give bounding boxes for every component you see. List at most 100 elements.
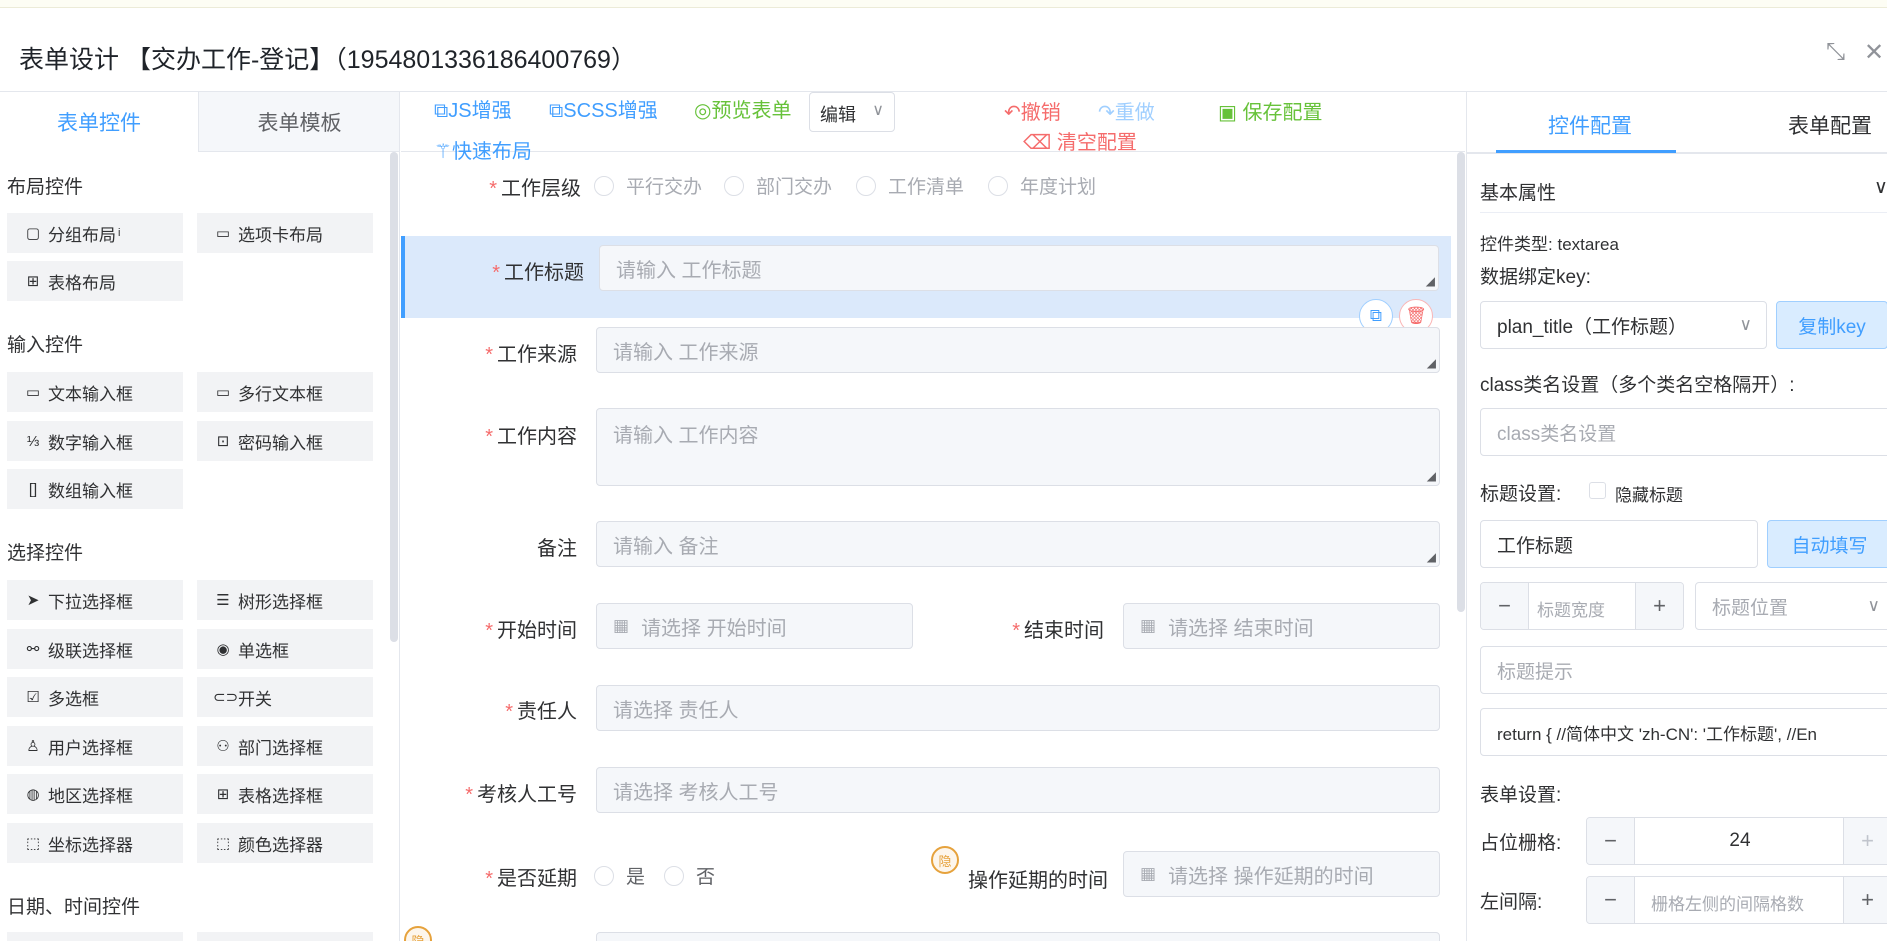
quick-layout-button[interactable]: ⚚快速布局 xyxy=(434,135,532,164)
radio-parallel[interactable]: 平行交办 xyxy=(594,172,702,199)
widget-panel-scrollbar[interactable] xyxy=(390,152,398,642)
tab-form-templates[interactable]: 表单模板 xyxy=(198,92,399,152)
owner-select[interactable]: 请选择 责任人 xyxy=(596,685,1440,731)
next-field-partial[interactable] xyxy=(596,932,1440,941)
undo-button[interactable]: ↶撤销 xyxy=(1004,96,1061,125)
radio-delay-no[interactable]: 否 xyxy=(664,862,715,889)
required-mark: * xyxy=(485,344,493,366)
mode-select[interactable]: 编辑 ∨ xyxy=(809,92,895,132)
label-work-level: * 工作层级 xyxy=(489,178,581,200)
widget-password-input[interactable]: ⊡ 密码输入框 xyxy=(197,421,373,461)
widget-time-partial[interactable] xyxy=(197,932,373,941)
widget-number-input[interactable]: ⅓ 数字输入框 xyxy=(7,421,183,461)
widget-region-select[interactable]: ◍ 地区选择框 xyxy=(7,774,183,814)
auto-fill-button[interactable]: 自动填写 xyxy=(1767,520,1887,568)
group-title-datetime: 日期、时间控件 xyxy=(7,897,141,918)
work-content-field[interactable]: 请输入 工作内容 ◢ xyxy=(596,408,1440,486)
widget-coordinate-picker[interactable]: ⬚ 坐标选择器 xyxy=(7,823,183,863)
clear-config-button[interactable]: ⌫ 清空配置 xyxy=(1023,126,1137,155)
widget-table-layout[interactable]: ⊞ 表格布局 xyxy=(7,261,183,301)
widget-group-layout[interactable]: ▢ 分组布局 i xyxy=(7,213,183,253)
end-time-picker[interactable]: ▦ 请选择 结束时间 xyxy=(1123,603,1440,649)
widget-tab-layout[interactable]: ▭ 选项卡布局 xyxy=(197,213,373,253)
radio-delay-yes[interactable]: 是 xyxy=(594,862,645,889)
copy-icon: ⧉ xyxy=(1369,306,1383,325)
widget-checkbox[interactable]: ☑ 多选框 xyxy=(7,677,183,717)
group-title-layout: 布局控件 xyxy=(7,177,84,198)
widget-label: 分组布局 xyxy=(48,225,116,245)
widget-cascader[interactable]: ⚯ 级联选择框 xyxy=(7,629,183,669)
radio-annual-plan[interactable]: 年度计划 xyxy=(988,172,1096,199)
save-config-button[interactable]: ▣ 保存配置 xyxy=(1218,96,1322,125)
widget-table-select[interactable]: ⊞ 表格选择框 xyxy=(197,774,373,814)
chevron-down-icon: ∨ xyxy=(872,102,884,119)
copy-key-button[interactable]: 复制key xyxy=(1776,301,1887,349)
top-strip xyxy=(0,0,1887,8)
widget-label: 密码输入框 xyxy=(238,433,323,453)
plus-icon[interactable]: + xyxy=(1635,583,1683,629)
radio-icon: ◉ xyxy=(216,641,230,658)
title-width-stepper[interactable]: − 标题宽度 + xyxy=(1480,582,1684,630)
widget-color-picker[interactable]: ⬚ 颜色选择器 xyxy=(197,823,373,863)
work-source-field[interactable]: 请输入 工作来源 ◢ xyxy=(596,327,1440,373)
js-enhance-button[interactable]: ⧉JS增强 xyxy=(434,94,512,123)
plus-icon[interactable]: + xyxy=(1843,818,1887,864)
widget-label: 文本输入框 xyxy=(48,384,133,404)
magic-wand-icon: ⚚ xyxy=(434,141,452,163)
widget-switch[interactable]: ⊂⊃ 开关 xyxy=(197,677,373,717)
label-work-source: * 工作来源 xyxy=(485,344,577,366)
tab-control-config[interactable]: 控件配置 xyxy=(1548,110,1632,140)
scss-enhance-button[interactable]: ⧉SCSS增强 xyxy=(549,94,658,123)
close-icon[interactable]: ✕ xyxy=(1864,38,1884,67)
i18n-code-input[interactable]: return { //简体中文 'zh-CN': '工作标题', //En xyxy=(1480,708,1887,756)
class-name-input[interactable]: class类名设置 xyxy=(1480,408,1887,456)
radio-worklist[interactable]: 工作清单 xyxy=(856,172,964,199)
resize-handle-icon: ◢ xyxy=(1426,550,1436,564)
remark-field[interactable]: 请输入 备注 ◢ xyxy=(596,521,1440,567)
grid-span-stepper[interactable]: − 24 + xyxy=(1586,817,1887,865)
widget-label: 坐标选择器 xyxy=(48,835,133,855)
undo-icon: ↶ xyxy=(1004,102,1021,124)
work-title-field[interactable]: 请输入 工作标题 ◢ xyxy=(599,245,1439,291)
label-work-content: * 工作内容 xyxy=(485,426,577,448)
hide-title-label: 隐藏标题 xyxy=(1615,486,1683,505)
plus-icon[interactable]: + xyxy=(1843,877,1887,923)
radio-circle xyxy=(988,175,1008,196)
widget-dropdown[interactable]: ➤ 下拉选择框 xyxy=(7,580,183,620)
title-input[interactable]: 工作标题 xyxy=(1480,520,1758,568)
widget-textarea[interactable]: ▭ 多行文本框 xyxy=(197,372,373,412)
canvas-scrollbar[interactable] xyxy=(1457,152,1465,612)
bind-key-select[interactable]: plan_title（工作标题） ∨ xyxy=(1480,301,1767,349)
widget-radio[interactable]: ◉ 单选框 xyxy=(197,629,373,669)
title-position-select[interactable]: 标题位置 ∨ xyxy=(1695,582,1887,630)
hide-title-checkbox[interactable] xyxy=(1589,482,1606,499)
minus-icon[interactable]: − xyxy=(1481,583,1529,629)
resize-handle-icon: ◢ xyxy=(1426,356,1436,370)
widget-text-input[interactable]: ▭ 文本输入框 xyxy=(7,372,183,412)
start-time-picker[interactable]: ▦ 请选择 开始时间 xyxy=(596,603,913,649)
widget-dept-select[interactable]: ⚇ 部门选择框 xyxy=(197,726,373,766)
tab-layout-icon: ▭ xyxy=(215,225,231,242)
section-basic-props[interactable]: 基本属性 xyxy=(1480,178,1556,205)
minus-icon[interactable]: − xyxy=(1587,877,1635,923)
preview-form-button[interactable]: ◎预览表单 xyxy=(694,94,791,123)
tab-form-controls[interactable]: 表单控件 xyxy=(0,92,198,152)
delay-time-picker[interactable]: ▦ 请选择 操作延期的时间 xyxy=(1123,851,1440,897)
table-select-icon: ⊞ xyxy=(216,786,230,803)
redo-button[interactable]: ↷重做 xyxy=(1098,96,1155,125)
required-mark: * xyxy=(505,701,513,723)
tab-form-config[interactable]: 表单配置 xyxy=(1788,110,1872,140)
offset-stepper[interactable]: − 栅格左侧的间隔格数 + xyxy=(1586,876,1887,924)
chevron-down-icon[interactable]: ∨ xyxy=(1874,176,1887,199)
chevron-down-icon: ∨ xyxy=(1867,596,1880,615)
widget-array-input[interactable]: [] 数组输入框 xyxy=(7,469,183,509)
radio-circle xyxy=(664,865,684,886)
widget-tree-select[interactable]: ☰ 树形选择框 xyxy=(197,580,373,620)
minimize-icon[interactable]: ⤡ xyxy=(1826,38,1845,66)
widget-date-partial[interactable] xyxy=(7,932,183,941)
title-tip-input[interactable]: 标题提示 xyxy=(1480,646,1887,694)
radio-department[interactable]: 部门交办 xyxy=(724,172,832,199)
widget-user-select[interactable]: ♙ 用户选择框 xyxy=(7,726,183,766)
label-owner: * 责任人 xyxy=(505,701,577,723)
assessor-no-select[interactable]: 请选择 考核人工号 xyxy=(596,767,1440,813)
